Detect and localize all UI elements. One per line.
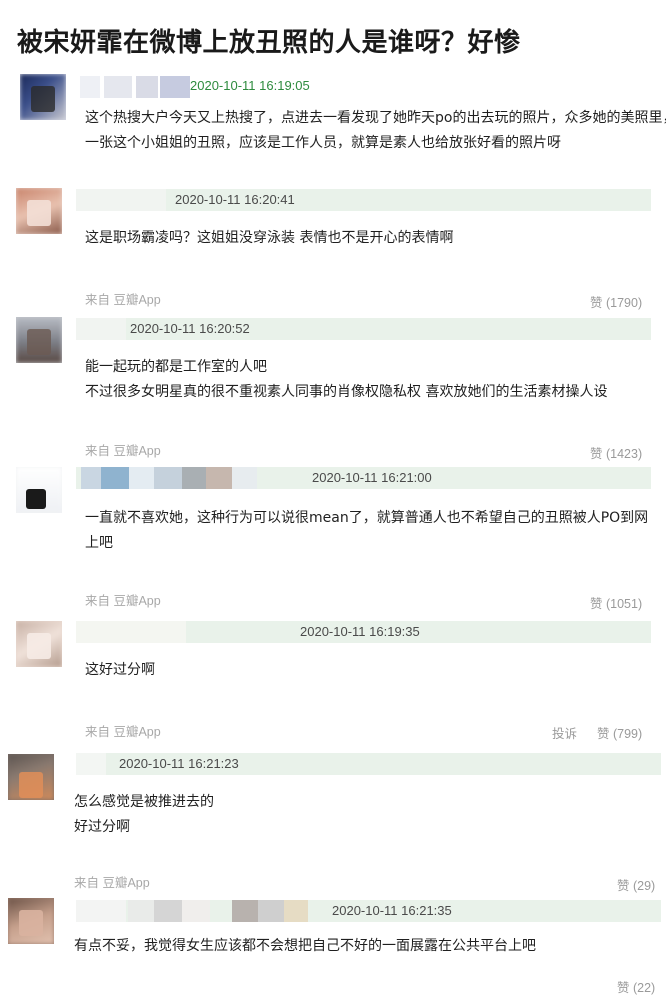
report-button[interactable]: 投诉 xyxy=(552,723,577,742)
comment-text: 能一起玩的都是工作室的人吧 不过很多女明星真的很不重视素人同事的肖像权隐私权 喜… xyxy=(85,355,607,405)
comment-source: 来自 豆瓣App xyxy=(85,293,161,307)
comment-text-line: 这个热搜大户今天又上热搜了，点进去一看发现了她昨天po的出去玩的照片，众多她的美… xyxy=(85,110,666,126)
comment-source: 来自 豆瓣App xyxy=(74,876,150,890)
comment-text-line: 上吧 xyxy=(85,535,113,551)
avatar[interactable] xyxy=(16,467,62,513)
like-button[interactable]: 赞 (1790) xyxy=(590,292,642,311)
avatar[interactable] xyxy=(20,74,66,120)
comment-text-line: 有点不妥，我觉得女生应该都不会想把自己不好的一面展露在公共平台上吧 xyxy=(74,938,536,954)
avatar[interactable] xyxy=(16,317,62,363)
like-button[interactable]: 赞 (29) xyxy=(617,875,655,894)
comment-text: 这是职场霸凌吗？这姐姐没穿泳装 表情也不是开心的表情啊 xyxy=(85,226,453,251)
like-button[interactable]: 赞 (799) xyxy=(597,723,642,742)
comment-text: 这好过分啊 xyxy=(85,658,155,683)
comment-text: 怎么感觉是被推进去的 好过分啊 xyxy=(74,790,214,840)
comment-timestamp: 2020-10-11 16:19:35 xyxy=(300,624,420,639)
page-title: 被宋妍霏在微博上放丑照的人是谁呀？好惨 xyxy=(17,28,521,58)
comment-text-line: 怎么感觉是被推进去的 xyxy=(74,794,214,810)
comment-text-line: 一张这个小姐姐的丑照，应该是工作人员，就算是素人也给放张好看的照片呀 xyxy=(85,135,561,151)
comment-text: 有点不妥，我觉得女生应该都不会想把自己不好的一面展露在公共平台上吧 xyxy=(74,934,536,959)
comment-source: 来自 豆瓣App xyxy=(85,594,161,608)
like-button[interactable]: 赞 (22) xyxy=(617,977,655,996)
comment-header xyxy=(80,76,190,98)
like-button[interactable]: 赞 (1051) xyxy=(590,593,642,612)
avatar[interactable] xyxy=(8,898,54,944)
comment-text-line: 一直就不喜欢她，这种行为可以说很mean了，就算普通人也不希望自己的丑照被人PO… xyxy=(85,510,649,526)
comment-source: 来自 豆瓣App xyxy=(85,725,161,739)
avatar[interactable] xyxy=(16,621,62,667)
avatar[interactable] xyxy=(16,188,62,234)
comment-text-line: 这是职场霸凌吗？这姐姐没穿泳装 表情也不是开心的表情啊 xyxy=(85,230,454,246)
comment-timestamp: 2020-10-11 16:21:23 xyxy=(119,756,239,771)
comment-header xyxy=(76,189,651,211)
comment-text-line: 好过分啊 xyxy=(74,819,130,835)
comment-text-line: 能一起玩的都是工作室的人吧 xyxy=(85,359,267,375)
avatar[interactable] xyxy=(8,754,54,800)
comment-timestamp: 2020-10-11 16:19:05 xyxy=(190,78,310,93)
comment-text-line: 不过很多女明星真的很不重视素人同事的肖像权隐私权 喜欢放她们的生活素材操人设 xyxy=(85,384,608,400)
comment-text: 这个热搜大户今天又上热搜了，点进去一看发现了她昨天po的出去玩的照片，众多她的美… xyxy=(85,106,666,156)
comment-text-line: 这好过分啊 xyxy=(85,662,155,678)
comment-text: 一直就不喜欢她，这种行为可以说很mean了，就算普通人也不希望自己的丑照被人PO… xyxy=(85,506,648,556)
like-button[interactable]: 赞 (1423) xyxy=(590,443,642,462)
comment-timestamp: 2020-10-11 16:21:00 xyxy=(312,470,432,485)
comment-timestamp: 2020-10-11 16:20:52 xyxy=(130,321,250,336)
comment-timestamp: 2020-10-11 16:21:35 xyxy=(332,903,452,918)
comment-timestamp: 2020-10-11 16:20:41 xyxy=(175,192,295,207)
comment-source: 来自 豆瓣App xyxy=(85,444,161,458)
